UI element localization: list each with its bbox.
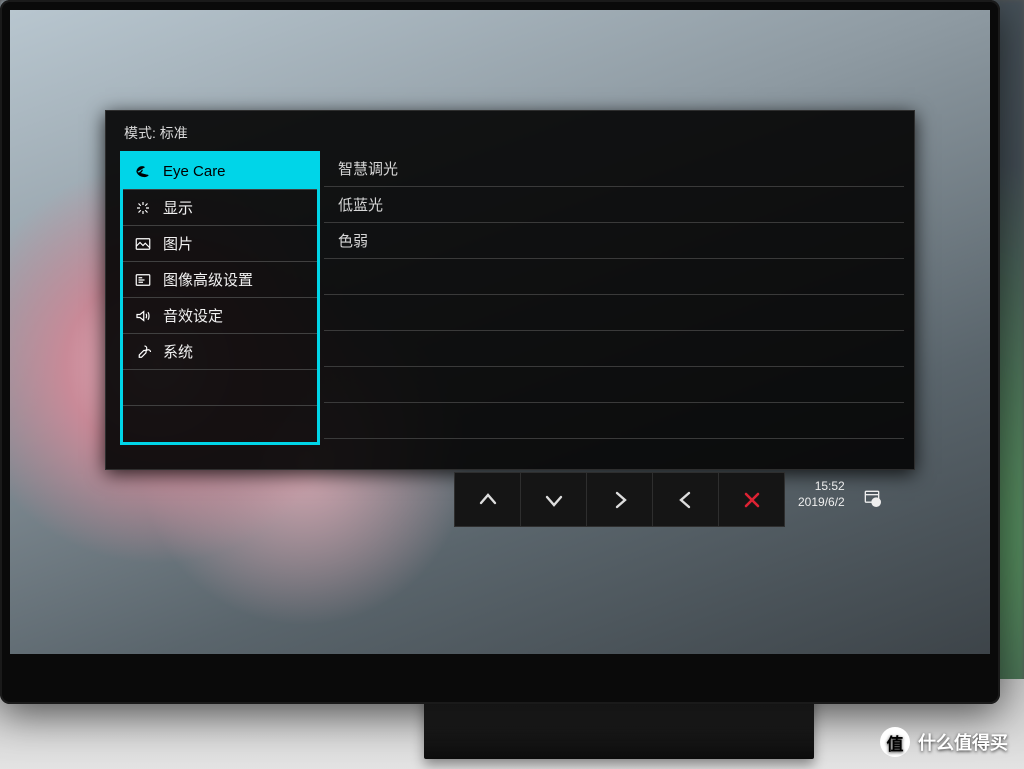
submenu-item-empty <box>324 331 904 367</box>
menu-item-eye-care[interactable]: Eye Care <box>123 154 317 190</box>
osd-mode-title: 模式: 标准 <box>106 111 914 151</box>
monitor-bezel: 模式: 标准 Eye Care <box>0 0 1000 704</box>
menu-label: 系统 <box>163 341 307 362</box>
main-menu: Eye Care 显示 <box>120 151 320 445</box>
watermark: 值 什么值得买 <box>880 727 1008 757</box>
notifications-icon[interactable]: 3 <box>860 486 884 510</box>
submenu: 智慧调光 低蓝光 色弱 <box>324 151 904 445</box>
system-icon <box>133 343 153 361</box>
menu-label: 显示 <box>163 197 307 218</box>
eye-icon <box>133 163 153 181</box>
nav-close-button[interactable] <box>718 472 785 527</box>
sound-icon <box>133 307 153 325</box>
menu-item-picture[interactable]: 图片 <box>123 226 317 262</box>
menu-label: 图片 <box>163 233 307 254</box>
osd-nav-strip <box>455 472 785 527</box>
menu-item-empty <box>123 406 317 442</box>
menu-item-display[interactable]: 显示 <box>123 190 317 226</box>
nav-right-button[interactable] <box>586 472 653 527</box>
osd-panel: 模式: 标准 Eye Care <box>105 110 915 470</box>
menu-label: Eye Care <box>163 163 307 180</box>
nav-up-button[interactable] <box>454 472 521 527</box>
clock-date: 2019/6/2 <box>798 494 845 510</box>
taskbar-clock[interactable]: 15:52 2019/6/2 <box>798 478 845 510</box>
advanced-icon <box>133 271 153 289</box>
svg-text:3: 3 <box>875 501 878 507</box>
nav-down-button[interactable] <box>520 472 587 527</box>
menu-item-system[interactable]: 系统 <box>123 334 317 370</box>
display-icon <box>133 199 153 217</box>
watermark-text: 什么值得买 <box>918 729 1008 755</box>
submenu-item-empty <box>324 367 904 403</box>
menu-label: 音效设定 <box>163 305 307 326</box>
submenu-item-color-weak[interactable]: 色弱 <box>324 223 904 259</box>
submenu-item-empty <box>324 295 904 331</box>
menu-item-empty <box>123 370 317 406</box>
clock-time: 15:52 <box>798 478 845 494</box>
menu-item-picture-advanced[interactable]: 图像高级设置 <box>123 262 317 298</box>
submenu-item-empty <box>324 259 904 295</box>
submenu-item-empty <box>324 403 904 439</box>
submenu-item-bi-plus[interactable]: 智慧调光 <box>324 151 904 187</box>
menu-label: 图像高级设置 <box>163 269 307 290</box>
nav-left-button[interactable] <box>652 472 719 527</box>
submenu-item-low-blue[interactable]: 低蓝光 <box>324 187 904 223</box>
watermark-badge: 值 <box>880 727 910 757</box>
menu-item-sound[interactable]: 音效设定 <box>123 298 317 334</box>
picture-icon <box>133 235 153 253</box>
screen-area: 模式: 标准 Eye Care <box>10 10 990 654</box>
